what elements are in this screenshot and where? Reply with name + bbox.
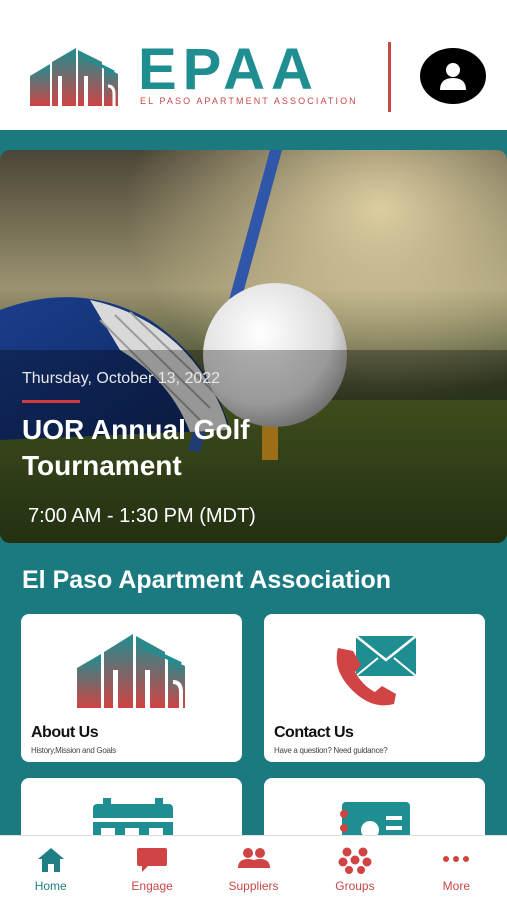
event-date: Thursday, October 13, 2022 [22,370,221,387]
profile-button[interactable] [420,48,486,104]
card-subtitle: Have a question? Need guidance? [274,746,388,755]
tab-more[interactable]: More [406,836,507,900]
section-title: El Paso Apartment Association [22,566,392,594]
more-dots-icon [443,856,470,862]
event-title: UOR Annual Golf Tournament [22,414,250,481]
about-us-card[interactable]: About Us History,Mission and Goals [21,614,242,762]
tab-label: Suppliers [228,879,279,893]
envelope-phone-icon [336,635,417,706]
tab-home[interactable]: Home [0,836,101,900]
buildings-icon [77,634,185,708]
header-divider [388,42,391,112]
app-header: EPAA EL PASO APARTMENT ASSOCIATION [0,0,507,130]
tab-label: Home [34,879,67,893]
tab-label: Groups [335,879,375,893]
logo-subtitle: EL PASO APARTMENT ASSOCIATION [140,96,358,106]
card-title: Contact Us [274,724,354,741]
bottom-tab-bar: Home Engage Suppliers Groups More [0,835,507,900]
event-hero-card[interactable]: Thursday, October 13, 2022 UOR Annual Go… [0,150,507,543]
epaa-logo[interactable]: EPAA EL PASO APARTMENT ASSOCIATION [28,40,358,110]
event-accent-rule [22,400,80,403]
user-icon [440,63,466,90]
tab-label: Engage [131,879,173,893]
tab-label: More [442,879,470,893]
people-icon [237,848,270,868]
chat-bubble-icon [137,848,168,872]
card-title: About Us [31,724,99,741]
tab-engage[interactable]: Engage [101,836,202,900]
logo-wordmark: EPAA [138,37,319,102]
tab-suppliers[interactable]: Suppliers [203,836,304,900]
contact-us-card[interactable]: Contact Us Have a question? Need guidanc… [264,614,485,762]
card-subtitle: History,Mission and Goals [31,746,116,755]
home-icon [37,848,64,872]
groups-icon [338,847,372,874]
buildings-logo-icon [30,48,118,106]
event-time: 7:00 AM - 1:30 PM (MDT) [28,505,256,527]
tab-groups[interactable]: Groups [304,836,405,900]
